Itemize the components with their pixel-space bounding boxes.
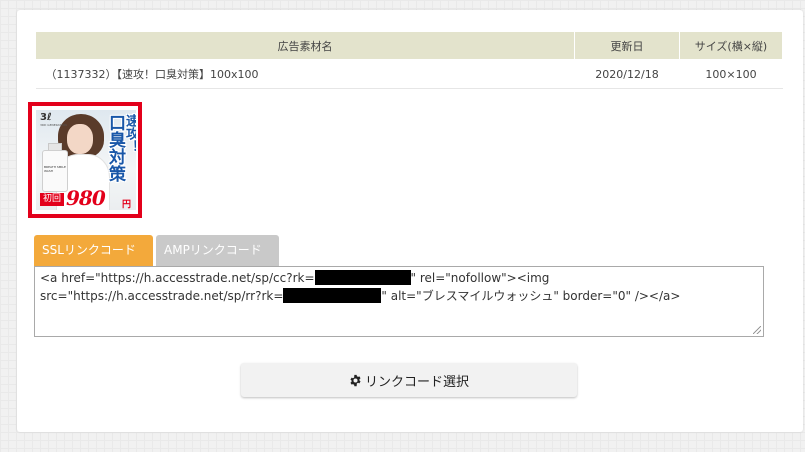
select-link-code-label: リンクコード選択 [364,374,469,390]
brand-logo: 3ℓ [40,112,52,123]
code-line2-end: " alt="ブレスマイルウォッシュ" border="0" /></a> [381,289,681,303]
code-line-2: src="https://h.accesstrade.net/sp/rr?rk=… [40,287,758,305]
resize-grip-icon[interactable] [753,326,761,334]
tab-ssl-link-code[interactable]: SSLリンクコード [34,235,153,266]
table-header-row: 広告素材名 更新日 サイズ(横×縦) [35,31,783,60]
banner-preview-frame[interactable]: BREATH SMILE WASH 3ℓ 3RD GENERATION 速攻！ … [28,102,142,218]
banner-image[interactable]: BREATH SMILE WASH 3ℓ 3RD GENERATION 速攻！ … [36,110,136,210]
column-header-size: サイズ(横×縦) [679,31,783,60]
link-code-textarea[interactable]: <a href="https://h.accesstrade.net/sp/cc… [34,266,764,337]
brand-logo-sub: 3RD GENERATION [40,123,67,127]
code-line2-start: src="https://h.accesstrade.net/sp/rr?rk= [40,289,284,303]
material-size: 100×100 [679,59,783,89]
select-link-code-button[interactable]: リンクコード選択 [241,363,577,397]
banner-price: 980 [66,186,106,210]
first-time-badge: 初回 [40,193,65,206]
code-line1-start: <a href="https://h.accesstrade.net/sp/cc… [40,271,315,285]
material-info-table: 広告素材名 更新日 サイズ(横×縦) （1137332）【速攻！口臭対策】100… [35,31,783,89]
code-line-1: <a href="https://h.accesstrade.net/sp/cc… [40,269,758,287]
column-header-date: 更新日 [574,31,680,60]
model-face [67,124,93,154]
banner-price-unit: 円 [122,200,132,210]
banner-text-line2: 口臭対策 [105,114,125,182]
material-name: （1137332）【速攻！口臭対策】100x100 [35,59,575,89]
column-header-name: 広告素材名 [35,31,575,60]
code-line1-end: " rel="nofollow"><img [410,271,550,285]
table-row: （1137332）【速攻！口臭対策】100x100 2020/12/18 100… [35,59,783,89]
product-bottle-label: BREATH SMILE WASH [44,165,66,173]
redacted-block [314,270,411,285]
gear-icon [349,374,362,387]
material-date: 2020/12/18 [574,59,680,89]
redacted-block [283,288,382,303]
tab-amp-link-code[interactable]: AMPリンクコード [156,235,279,266]
banner-text-line1: 速攻！ [123,114,136,153]
